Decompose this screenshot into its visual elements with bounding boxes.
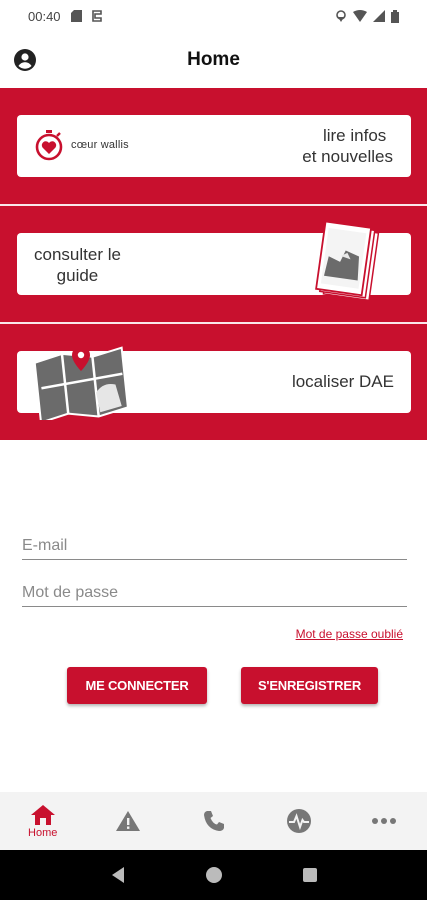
wifi-icon <box>353 10 367 22</box>
bottom-nav: Home <box>0 792 427 850</box>
home-icon <box>30 804 55 825</box>
password-field[interactable] <box>22 584 407 602</box>
tiles-section: cœur wallis lire infos et nouvelles cons… <box>0 88 427 440</box>
dae-label: localiser DAE <box>291 372 394 391</box>
nav-item-alert[interactable] <box>85 792 170 850</box>
news-tile[interactable]: cœur wallis lire infos et nouvelles <box>17 115 411 177</box>
guide-label-line2: guide <box>56 266 99 285</box>
tile-divider <box>0 322 427 324</box>
sd-card-icon <box>70 10 82 22</box>
phone-icon <box>203 811 224 831</box>
login-form <box>22 520 407 614</box>
status-bar: 00:40 <box>0 0 427 32</box>
guide-label-line1: consulter le <box>34 245 121 264</box>
news-label-line2: et nouvelles <box>302 147 393 166</box>
nav-label-home: Home <box>28 826 58 839</box>
coeur-wallis-logo: cœur wallis <box>33 129 129 161</box>
battery-icon <box>391 9 399 23</box>
sync-icon <box>91 10 102 22</box>
connect-button[interactable]: ME CONNECTER <box>67 667 207 704</box>
account-icon[interactable] <box>13 48 37 72</box>
map-pin-icon <box>33 346 129 420</box>
nav-item-phone[interactable] <box>171 792 256 850</box>
forgot-password-link[interactable]: Mot de passe oublié <box>296 627 403 641</box>
password-field-wrap <box>22 567 407 607</box>
nav-item-health[interactable] <box>256 792 341 850</box>
warning-icon <box>116 811 141 831</box>
tile-divider <box>0 204 427 206</box>
guide-book-icon <box>315 221 380 302</box>
signal-icon <box>373 10 385 22</box>
email-field[interactable] <box>22 537 407 555</box>
heartbeat-icon <box>286 809 311 833</box>
email-field-wrap <box>22 520 407 560</box>
home-button-icon[interactable] <box>205 866 223 884</box>
status-time: 00:40 <box>28 8 61 24</box>
page-title: Home <box>187 49 240 70</box>
news-label-line1: lire infos <box>322 126 387 145</box>
system-nav-bar <box>0 850 427 900</box>
stopwatch-heart-icon <box>35 130 63 161</box>
recents-icon[interactable] <box>302 867 318 883</box>
back-icon[interactable] <box>110 866 126 884</box>
nav-item-home[interactable]: Home <box>0 792 85 850</box>
register-button[interactable]: S'ENREGISTRER <box>241 667 378 704</box>
more-icon <box>372 818 397 824</box>
logo-text: cœur wallis <box>71 139 129 151</box>
app-bar: Home <box>0 32 427 88</box>
location-icon <box>336 9 346 22</box>
nav-item-more[interactable] <box>342 792 427 850</box>
